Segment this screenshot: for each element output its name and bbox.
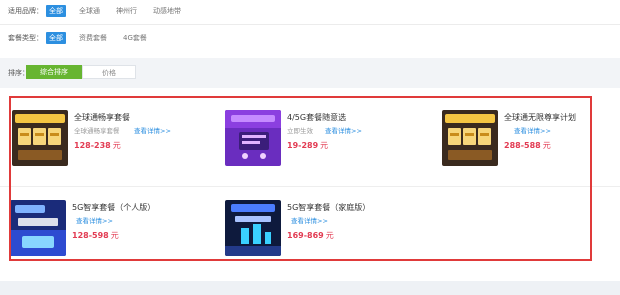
brand-option-dongandidai[interactable]: 动感地带 xyxy=(150,5,184,17)
sort-option-comprehensive[interactable]: 综合排序 xyxy=(26,65,82,79)
package-type-option-tariff[interactable]: 资费套餐 xyxy=(76,32,110,44)
package-type-filter-label: 套餐类型： xyxy=(8,34,43,42)
brand-filter-label: 适用品牌： xyxy=(8,7,43,15)
highlight-frame xyxy=(9,96,592,261)
brand-option-shenzhouxing[interactable]: 神州行 xyxy=(113,5,140,17)
package-type-option-all[interactable]: 全部 xyxy=(46,32,66,44)
brand-filter-row: 适用品牌： 全部 全球通 神州行 动感地带 xyxy=(8,3,194,19)
package-type-option-4g[interactable]: 4G套餐 xyxy=(120,32,150,44)
page-bottom-strip xyxy=(0,281,620,295)
package-type-filter-row: 套餐类型： 全部 资费套餐 4G套餐 xyxy=(8,30,160,46)
divider xyxy=(0,24,620,25)
sort-option-price[interactable]: 价格 xyxy=(82,65,136,79)
sort-bar: 排序： 综合排序 价格 xyxy=(0,58,620,88)
brand-option-all[interactable]: 全部 xyxy=(46,5,66,17)
brand-option-quanqiutong[interactable]: 全球通 xyxy=(76,5,103,17)
